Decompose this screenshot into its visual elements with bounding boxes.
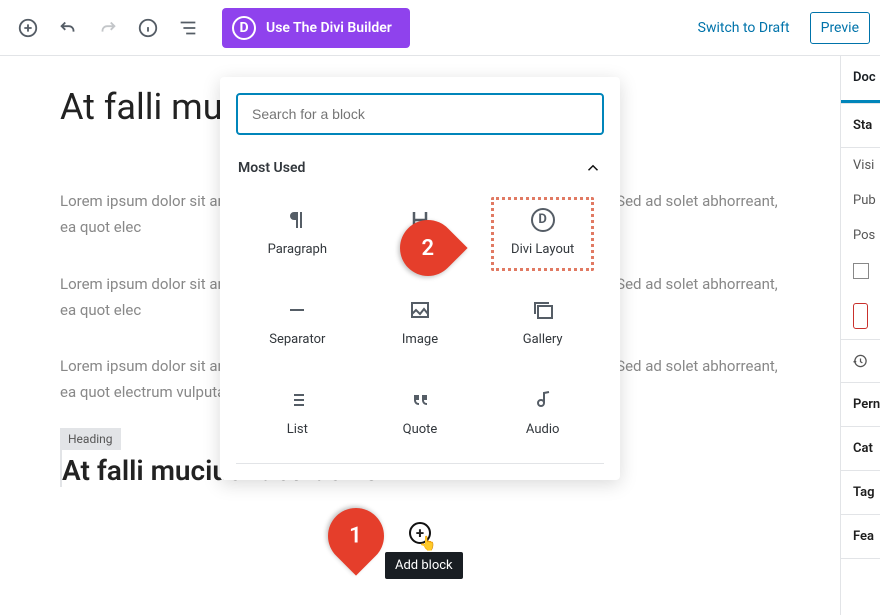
history-icon xyxy=(853,352,868,370)
sidebar-row-post-format[interactable]: Pos xyxy=(841,218,880,253)
add-block-tooltip: Add block xyxy=(385,552,463,579)
redo-button[interactable] xyxy=(90,10,126,46)
cursor-icon: 👆 xyxy=(419,536,436,552)
block-label: Paragraph xyxy=(268,242,327,257)
inserter-category-toggle[interactable]: Most Used xyxy=(236,153,604,187)
sidebar-row-visibility[interactable]: Visi xyxy=(841,148,880,183)
sidebar-tab-document[interactable]: Doc xyxy=(841,56,880,103)
annotation-pin-2: 2 xyxy=(400,220,456,276)
divi-button-label: Use The Divi Builder xyxy=(266,20,392,36)
undo-icon xyxy=(57,17,79,39)
sidebar-trash-button[interactable] xyxy=(853,303,868,329)
sidebar-section-permalink[interactable]: Pern xyxy=(841,383,880,427)
sidebar-checkbox[interactable] xyxy=(853,263,869,279)
preview-button[interactable]: Previe xyxy=(810,12,870,44)
inserter-category-label: Most Used xyxy=(238,160,305,176)
block-navigation-button[interactable] xyxy=(170,10,206,46)
switch-to-draft-link[interactable]: Switch to Draft xyxy=(688,12,800,44)
block-inserter-popover: Most Used Paragraph Hea g D Divi Layout … xyxy=(220,77,620,480)
sidebar-section-categories[interactable]: Cat xyxy=(841,427,880,471)
editor-toolbar: D Use The Divi Builder Switch to Draft P… xyxy=(0,0,880,56)
sidebar-row-publish[interactable]: Pub xyxy=(841,183,880,218)
block-label: Separator xyxy=(269,332,325,347)
annotation-pin-1: 1 xyxy=(328,508,384,564)
block-item-quote[interactable]: Quote xyxy=(359,367,482,457)
block-item-separator[interactable]: Separator xyxy=(236,277,359,367)
settings-sidebar: Doc Sta Visi Pub Pos Pern Cat Tag Fea xyxy=(840,56,880,615)
gallery-icon xyxy=(531,298,555,322)
block-item-paragraph[interactable]: Paragraph xyxy=(236,187,359,277)
audio-icon xyxy=(531,388,555,412)
block-search-input[interactable] xyxy=(236,93,604,135)
chevron-up-icon xyxy=(584,159,602,177)
divi-logo-icon: D xyxy=(232,16,256,40)
quote-icon xyxy=(408,388,432,412)
inserter-divider xyxy=(236,463,604,464)
block-item-list[interactable]: List xyxy=(236,367,359,457)
content-structure-button[interactable] xyxy=(130,10,166,46)
plus-circle-icon xyxy=(17,17,39,39)
block-label: Divi Layout xyxy=(511,242,574,257)
sidebar-section-tags[interactable]: Tag xyxy=(841,471,880,515)
sidebar-section-featured[interactable]: Fea xyxy=(841,515,880,559)
block-label: Image xyxy=(402,332,438,347)
image-icon xyxy=(408,298,432,322)
block-label: Audio xyxy=(526,422,559,437)
block-label: Quote xyxy=(403,422,438,437)
block-label: List xyxy=(287,422,308,437)
redo-icon xyxy=(97,17,119,39)
list-icon xyxy=(285,388,309,412)
block-type-badge: Heading xyxy=(60,428,121,450)
info-icon xyxy=(137,17,159,39)
divi-logo-icon: D xyxy=(531,208,555,232)
add-block-inline-button[interactable]: + 👆 Add block xyxy=(409,522,431,544)
separator-icon xyxy=(285,298,309,322)
use-divi-builder-button[interactable]: D Use The Divi Builder xyxy=(222,8,410,48)
block-item-gallery[interactable]: Gallery xyxy=(481,277,604,367)
undo-button[interactable] xyxy=(50,10,86,46)
sidebar-revisions[interactable] xyxy=(841,339,880,383)
block-label: Gallery xyxy=(523,332,563,347)
add-block-toolbar-button[interactable] xyxy=(10,10,46,46)
paragraph-icon xyxy=(285,208,309,232)
outline-icon xyxy=(177,17,199,39)
sidebar-section-status[interactable]: Sta xyxy=(841,104,880,148)
block-item-audio[interactable]: Audio xyxy=(481,367,604,457)
block-item-divi-layout[interactable]: D Divi Layout xyxy=(481,187,604,277)
block-item-image[interactable]: Image xyxy=(359,277,482,367)
